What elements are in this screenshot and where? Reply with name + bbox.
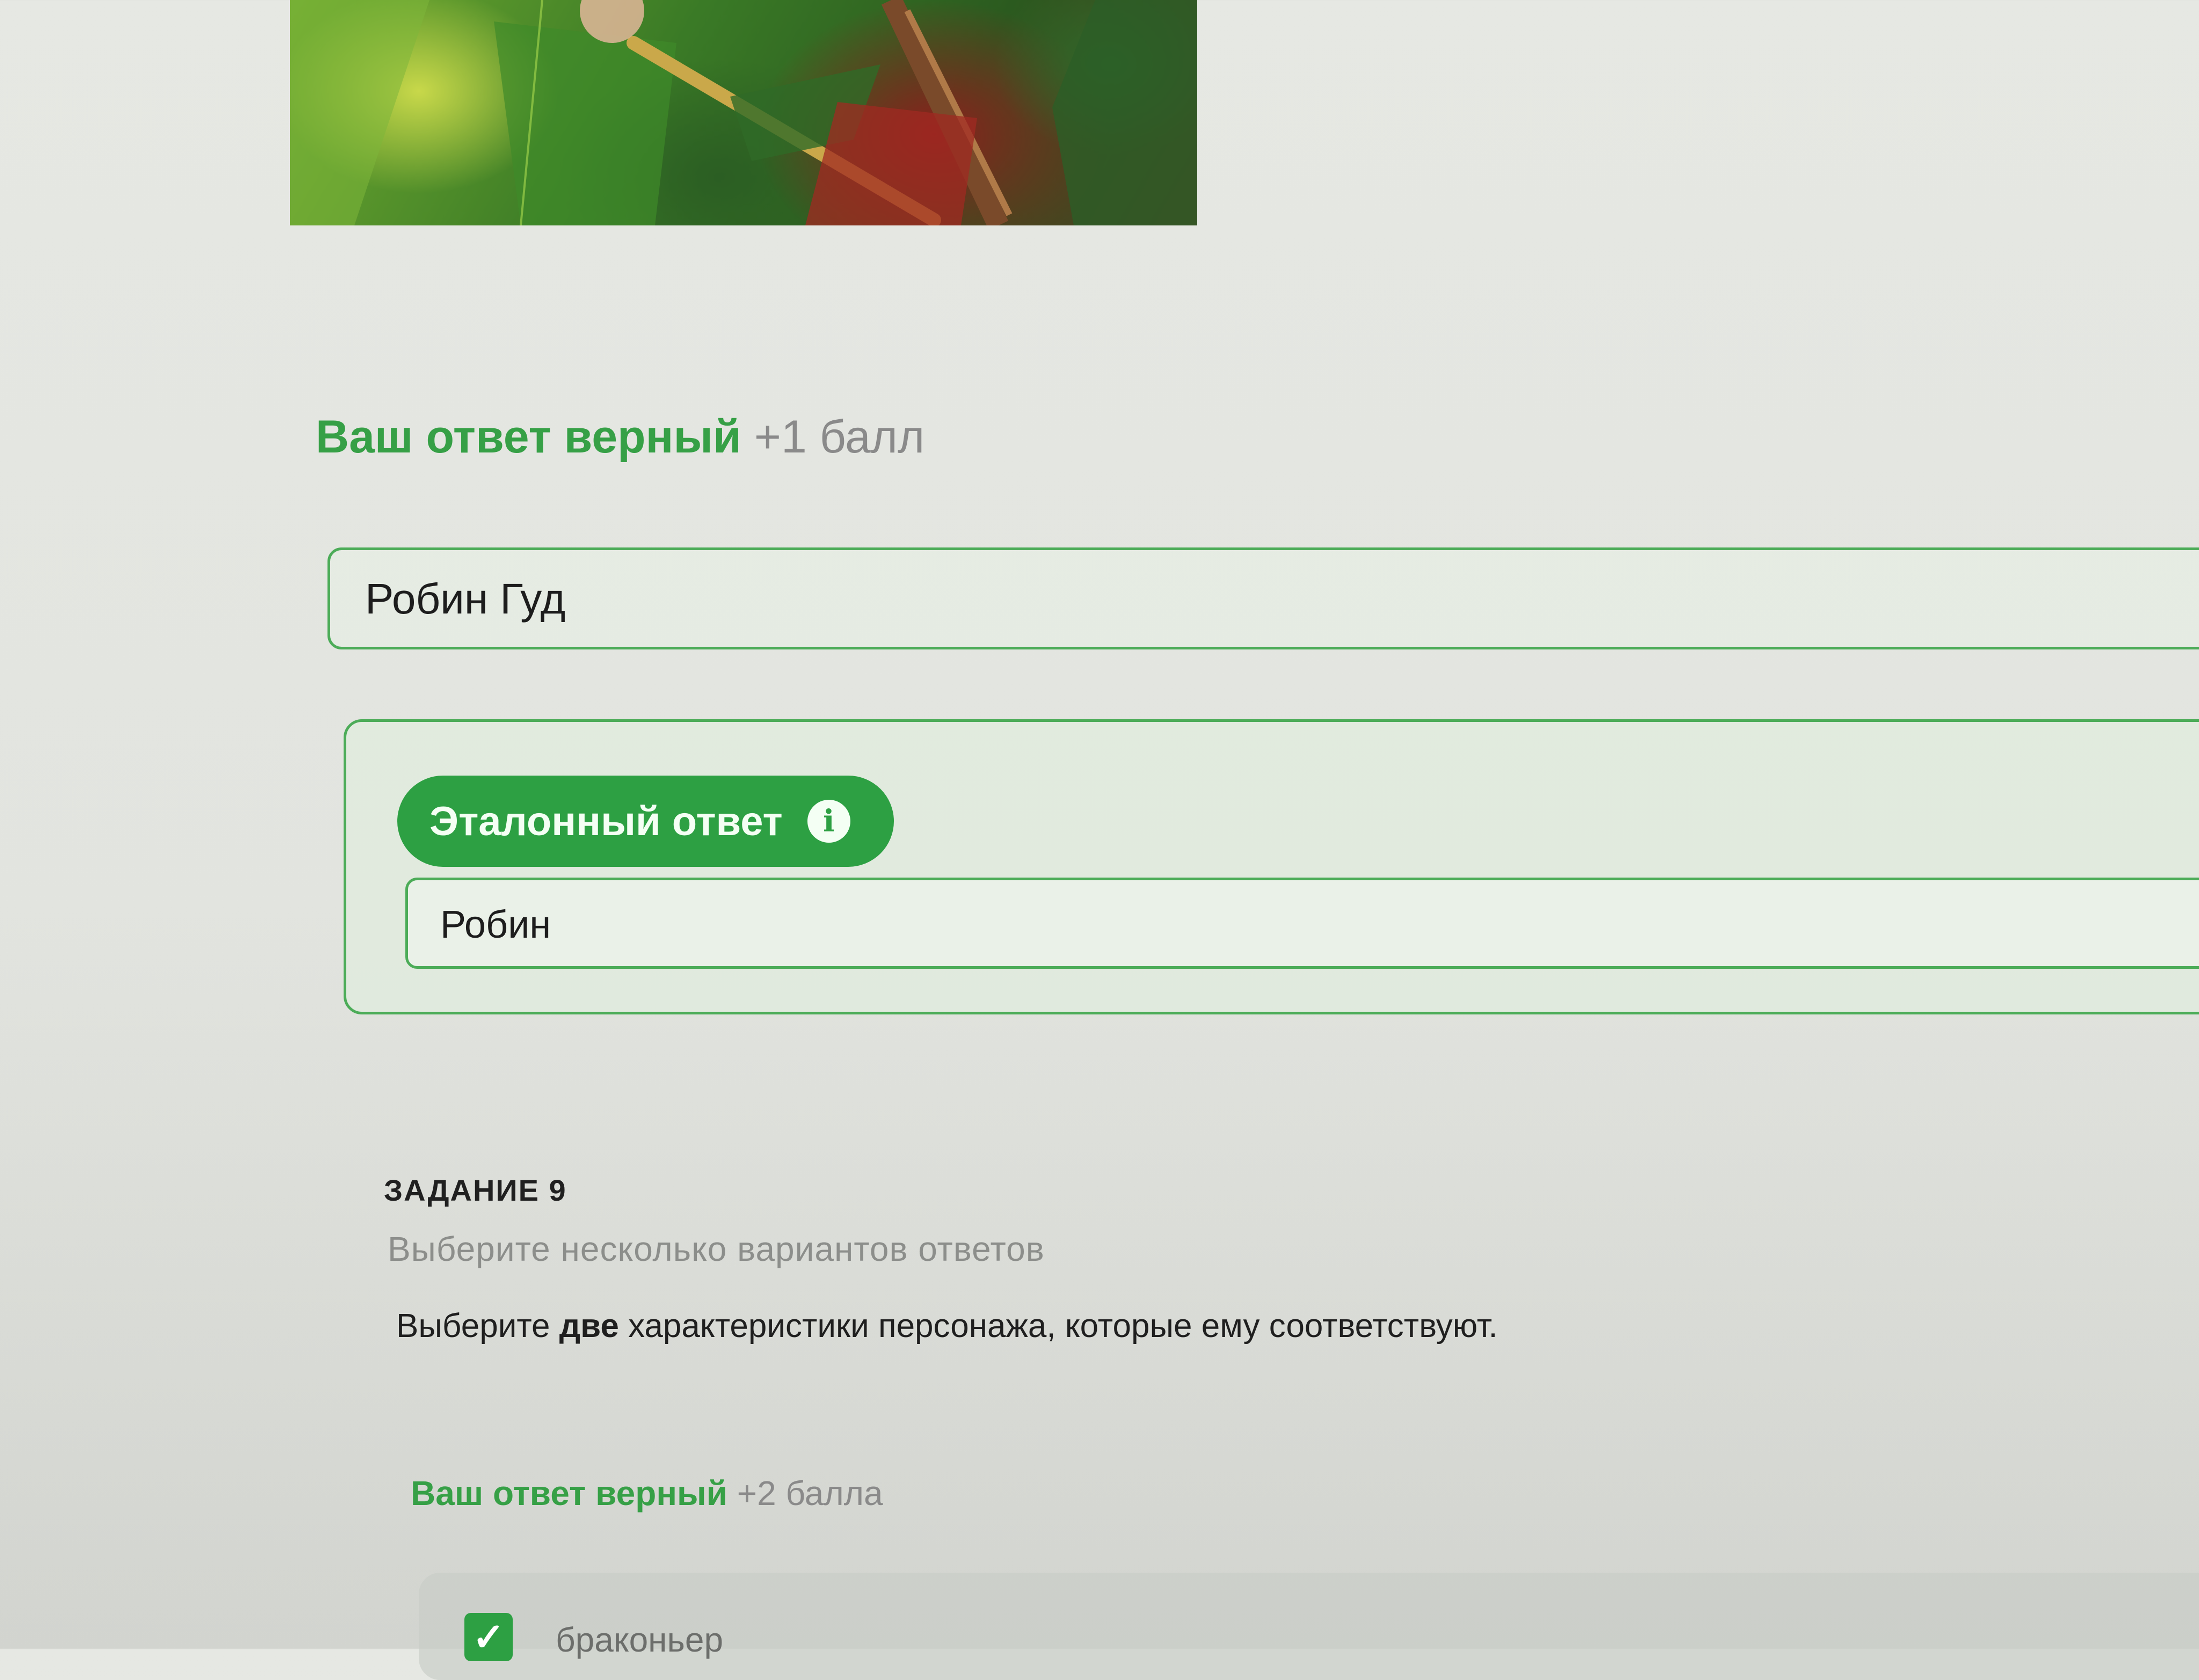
result-text: Ваш ответ верный bbox=[411, 1474, 727, 1513]
question-illustration bbox=[290, 0, 1197, 225]
question-prefix: Выберите bbox=[396, 1308, 550, 1345]
reference-answer-badge: Эталонный ответ i bbox=[397, 776, 894, 867]
reference-answer-label: Эталонный ответ bbox=[429, 798, 783, 844]
reference-answer-panel: Эталонный ответ i Робин bbox=[344, 719, 2199, 1014]
task9-title: ЗАДАНИЕ 9 bbox=[384, 1173, 567, 1207]
task9-hint: Выберите несколько вариантов ответов bbox=[388, 1230, 1045, 1268]
result-text: Ваш ответ верный bbox=[316, 411, 741, 463]
option-label: браконьер bbox=[556, 1620, 724, 1659]
question-bold: две bbox=[559, 1308, 619, 1345]
option-item[interactable]: ✓ браконьер bbox=[419, 1573, 2199, 1680]
reference-answer-value: Робин bbox=[440, 903, 551, 946]
reference-answer-field: Робин bbox=[405, 878, 2199, 969]
task9-result: Ваш ответ верный +2 балла bbox=[411, 1473, 883, 1513]
task9-question: Выберите две характеристики персонажа, к… bbox=[396, 1307, 1498, 1345]
result-points: +1 балл bbox=[754, 411, 925, 463]
result-points: +2 балла bbox=[737, 1474, 883, 1513]
user-answer-field[interactable]: Робин Гуд bbox=[327, 547, 2199, 649]
info-icon[interactable]: i bbox=[807, 800, 850, 843]
user-answer-value: Робин Гуд bbox=[365, 575, 566, 623]
checkmark-icon[interactable]: ✓ bbox=[464, 1613, 513, 1661]
question-suffix: характеристики персонажа, которые ему со… bbox=[628, 1308, 1498, 1345]
task8-result: Ваш ответ верный +1 балл bbox=[316, 411, 924, 464]
